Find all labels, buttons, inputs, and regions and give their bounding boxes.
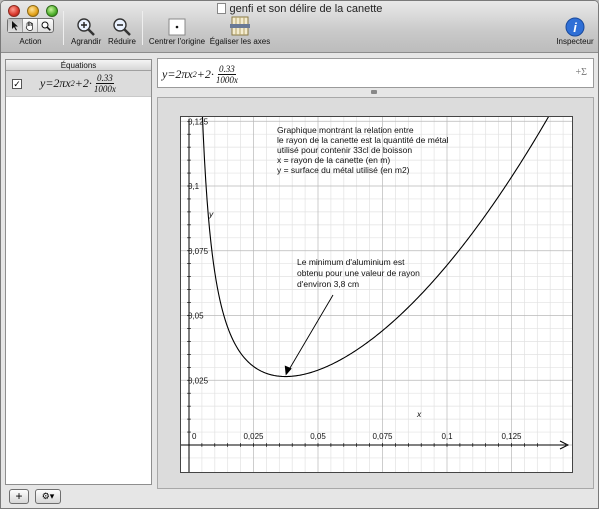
sidebar-header: Équations [6, 60, 151, 71]
formula-fraction: 0.33 1000x [216, 64, 238, 85]
svg-text:i: i [573, 20, 577, 35]
info-icon: i [553, 17, 597, 37]
equalize-axes-label: Égaliser les axes [209, 37, 271, 46]
x-tick-label: 0,125 [501, 432, 522, 441]
app-window: genfi et son délire de la canette Action [0, 0, 599, 509]
minimum-annotation-line: d'environ 3,8 cm [297, 279, 359, 289]
equation-checkbox[interactable]: ✓ [12, 78, 22, 89]
x-tick-label: 0,1 [441, 432, 453, 441]
action-tool[interactable]: Action [7, 18, 54, 46]
y-tick-label: 0,075 [188, 247, 209, 256]
y-tick-label: 0,125 [188, 117, 209, 126]
minimum-annotation-line: Le minimum d'aluminium est [297, 257, 405, 267]
center-origin-icon [147, 17, 207, 37]
gear-menu-button[interactable]: ⚙▾ [35, 489, 61, 504]
action-label: Action [19, 37, 42, 46]
formula-mid: +2· [74, 76, 92, 90]
toolbar-separator [142, 11, 143, 45]
hand-icon[interactable] [23, 19, 38, 32]
center-origin-button[interactable]: Centrer l'origine [147, 17, 207, 46]
document-icon [216, 3, 226, 14]
y-tick-label: 0,05 [188, 312, 204, 321]
annotation-text-line: y = surface du métal utilisé (en m2) [277, 165, 410, 175]
zoom-out-icon [107, 17, 137, 37]
formula-denominator: 1000x [215, 75, 238, 85]
sigma-icon[interactable]: +Σ [576, 67, 587, 78]
arrow-pointer-icon[interactable] [8, 19, 23, 32]
window-title: genfi et son délire de la canette [1, 3, 598, 15]
x-tick-label: 0,05 [310, 432, 326, 441]
y-axis-label: y [208, 209, 214, 219]
add-equation-button[interactable]: + [9, 489, 29, 504]
equation-row[interactable]: ✓ y=2πx 2 +2· 0.33 1000x [6, 71, 151, 97]
x-tick-label: 0 [192, 432, 197, 441]
equations-sidebar: Équations ✓ y=2πx 2 +2· 0.33 1000x [5, 59, 152, 485]
sidebar-bottom-buttons: + ⚙▾ [9, 489, 61, 504]
x-tick-label: 0,025 [243, 432, 264, 441]
zoom-in-button[interactable]: Agrandir [71, 17, 101, 46]
y-tick-label: 0,1 [188, 182, 200, 191]
equalize-axes-icon [209, 15, 271, 37]
formula-editor-content[interactable]: y=2πx 2 +2· 0.33 1000x [162, 64, 238, 85]
equation-formula[interactable]: y=2πx 2 +2· 0.33 1000x [40, 73, 116, 94]
horizontal-splitter-handle[interactable] [371, 90, 377, 94]
annotation-text-line: le rayon de la canette est la quantité d… [277, 135, 449, 145]
minimum-arrow [286, 294, 334, 374]
formula-lhs: y=2πx [40, 76, 71, 90]
center-origin-label: Centrer l'origine [148, 37, 206, 46]
formula-numerator: 0.33 [218, 64, 236, 75]
magnifier-icon[interactable] [38, 19, 53, 32]
formula-lhs: y=2πx [162, 67, 193, 81]
formula-mid: +2· [196, 67, 214, 81]
toolbar-separator [63, 11, 64, 45]
formula-numerator: 0.33 [96, 73, 114, 84]
formula-fraction: 0.33 1000x [94, 73, 116, 94]
zoom-out-label: Réduire [107, 37, 136, 46]
x-tick-label: 0,075 [372, 432, 393, 441]
zoom-in-label: Agrandir [71, 37, 102, 46]
x-axis-label: x [416, 409, 422, 419]
inspector-label: Inspecteur [556, 37, 594, 46]
toolbar: genfi et son délire de la canette Action [1, 1, 598, 53]
plot-svg[interactable]: 0 0,025 0,05 0,075 0,1 0,125 0,025 0,05 0,075 0,1… [181, 117, 572, 472]
zoom-out-button[interactable]: Réduire [107, 17, 137, 46]
annotation-text-line: utilisé pour contenir 33cl de boisson [277, 145, 412, 155]
inspector-button[interactable]: i Inspecteur [553, 17, 597, 46]
graph-paper[interactable]: 0 0,025 0,05 0,075 0,1 0,125 0,025 0,05 0,075 0,1… [180, 116, 573, 473]
window-title-text: genfi et son délire de la canette [229, 3, 383, 15]
equalize-axes-button[interactable]: Égaliser les axes [209, 15, 271, 46]
annotation-text-line: Graphique montrant la relation entre [277, 125, 414, 135]
y-tick-label: 0,025 [188, 376, 209, 385]
minimum-annotation-line: obtenu pour une valeur de rayon [297, 268, 420, 278]
formula-denominator: 1000x [93, 84, 116, 94]
action-segmented-control[interactable] [7, 18, 54, 33]
annotation-text-line: x = rayon de la canette (en m) [277, 155, 390, 165]
zoom-in-icon [71, 17, 101, 37]
formula-editor[interactable]: y=2πx 2 +2· 0.33 1000x +Σ [157, 58, 594, 88]
graph-area: 0 0,025 0,05 0,075 0,1 0,125 0,025 0,05 0,075 0,1… [157, 97, 594, 489]
